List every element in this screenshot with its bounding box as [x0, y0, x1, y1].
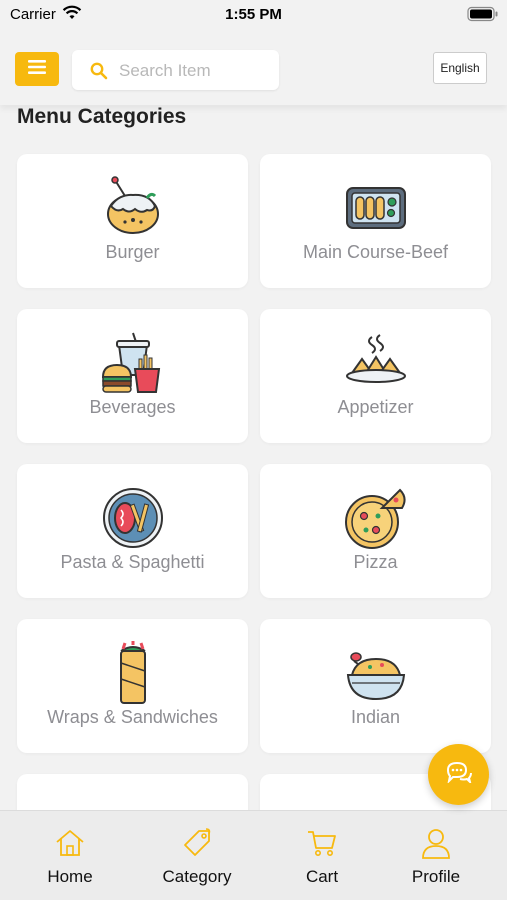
- nav-cart[interactable]: Cart: [259, 811, 385, 900]
- page-title: Menu Categories: [17, 105, 187, 128]
- search-placeholder: Search Item: [119, 61, 211, 80]
- category-label: Pizza: [353, 552, 398, 572]
- partial-food-icon: [101, 796, 165, 810]
- indian-icon: [344, 641, 408, 705]
- category-card-main-course-beef[interactable]: Main Course-Beef: [260, 154, 491, 288]
- beverages-icon: [101, 331, 165, 395]
- category-card-pasta-spaghetti[interactable]: Pasta & Spaghetti: [17, 464, 248, 598]
- chat-icon: [446, 761, 472, 788]
- category-label: Main Course-Beef: [302, 242, 449, 262]
- category-card-appetizer[interactable]: Appetizer: [260, 309, 491, 443]
- category-label: Wraps & Sandwiches: [47, 707, 218, 727]
- menu-button[interactable]: [15, 52, 59, 86]
- pasta-icon: [101, 486, 165, 550]
- category-card-beverages[interactable]: Beverages: [17, 309, 248, 443]
- menu-categories-section: Menu Categories Burger Main Course-Beef …: [0, 105, 507, 810]
- bottom-nav: Home Category Cart Profile: [0, 810, 507, 900]
- profile-icon: [420, 827, 452, 859]
- category-label: Burger: [105, 242, 160, 262]
- category-card-pizza[interactable]: Pizza: [260, 464, 491, 598]
- clock: 1:55 PM: [225, 6, 282, 23]
- nav-label: Profile: [411, 867, 461, 886]
- app-header: Search Item English: [0, 30, 507, 105]
- category-card-wraps-sandwiches[interactable]: Wraps & Sandwiches: [17, 619, 248, 753]
- burger-icon: [101, 176, 165, 240]
- nav-label: Cart: [305, 867, 339, 886]
- nav-label: Category: [162, 867, 232, 886]
- battery-icon: [467, 6, 499, 27]
- category-label: Appetizer: [337, 397, 414, 417]
- appetizer-icon: [344, 331, 408, 395]
- status-bar: Carrier 1:55 PM: [0, 0, 507, 30]
- search-icon: [90, 62, 108, 85]
- partial-food-icon: [344, 796, 408, 810]
- nav-home[interactable]: Home: [7, 811, 133, 900]
- pizza-icon: [344, 486, 408, 550]
- nav-profile[interactable]: Profile: [373, 811, 499, 900]
- language-button[interactable]: English: [433, 52, 487, 84]
- category-label: Beverages: [89, 397, 176, 417]
- nav-label: Home: [47, 867, 93, 886]
- home-icon: [54, 827, 86, 859]
- main-course-icon: [344, 176, 408, 240]
- cart-icon: [306, 827, 338, 859]
- search-input[interactable]: Search Item: [72, 50, 279, 90]
- category-card-burger[interactable]: Burger: [17, 154, 248, 288]
- wrap-icon: [101, 641, 165, 705]
- nav-category[interactable]: Category: [134, 811, 260, 900]
- tag-icon: [181, 827, 213, 859]
- category-card-indian[interactable]: Indian: [260, 619, 491, 753]
- category-label: Pasta & Spaghetti: [60, 552, 205, 572]
- category-label: Indian: [350, 707, 401, 727]
- hamburger-icon: [28, 59, 46, 79]
- chat-button[interactable]: [428, 744, 489, 805]
- category-card-partial[interactable]: [17, 774, 248, 810]
